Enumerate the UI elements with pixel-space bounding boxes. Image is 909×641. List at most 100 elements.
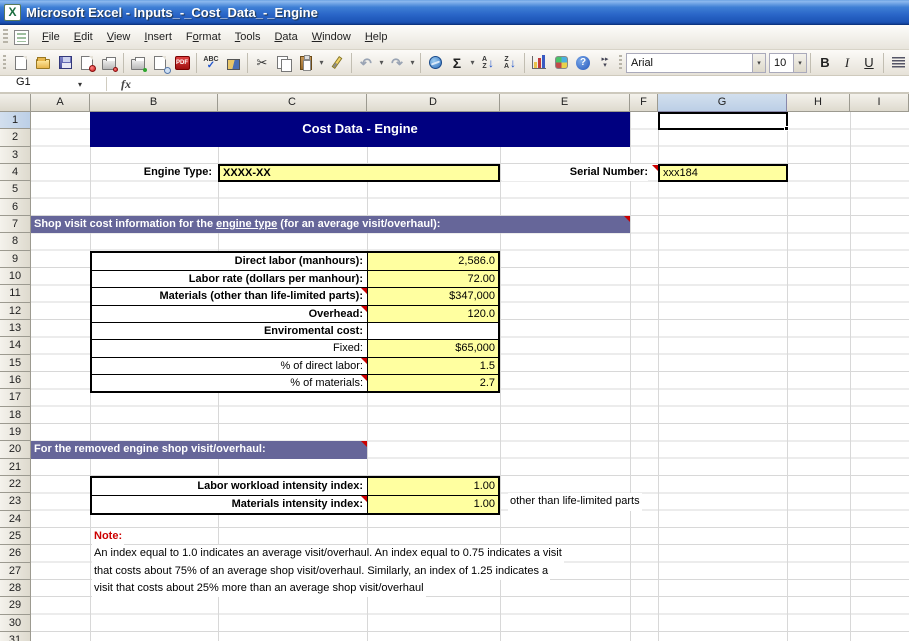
email-icon[interactable] [98,52,120,74]
column-header-h[interactable]: H [787,94,850,112]
name-box[interactable]: G1 [0,76,72,92]
redo-dropdown-icon[interactable]: ▾ [408,58,417,67]
menu-data[interactable]: Data [267,28,304,46]
index-input-labor[interactable]: 1.00 [367,478,498,495]
column-header-e[interactable]: E [500,94,630,112]
menubar-grip[interactable] [3,29,8,45]
select-all-corner[interactable] [0,94,31,112]
toolbar-grip[interactable] [3,55,6,71]
menu-edit[interactable]: Edit [67,28,100,46]
row-header-15[interactable]: 15 [0,355,31,372]
cost-input-fixed[interactable]: $65,000 [367,340,498,356]
row-header-9[interactable]: 9 [0,251,31,268]
cost-input-pct-direct-labor[interactable]: 1.5 [367,358,498,374]
italic-button[interactable]: I [836,52,858,74]
index-input-materials[interactable]: 1.00 [367,496,498,512]
selected-cell-g1[interactable] [658,112,788,130]
sort-descending-icon[interactable]: ZA↓ [499,52,521,74]
undo-dropdown-icon[interactable]: ▾ [377,58,386,67]
undo-icon[interactable]: ↶ [355,52,377,74]
row-header-8[interactable]: 8 [0,233,31,250]
row-header-18[interactable]: 18 [0,407,31,424]
row-header-12[interactable]: 12 [0,303,31,320]
name-box-dropdown-icon[interactable]: ▾ [72,80,88,89]
menu-insert[interactable]: Insert [137,28,179,46]
help-icon[interactable]: ? [572,52,594,74]
row-header-30[interactable]: 30 [0,615,31,632]
permission-icon[interactable] [76,52,98,74]
drawing-icon[interactable] [550,52,572,74]
cells-grid[interactable]: Cost Data - Engine Engine Type: XXXX-XX … [31,112,909,641]
autosum-dropdown-icon[interactable]: ▾ [468,58,477,67]
menu-help[interactable]: Help [358,28,395,46]
hyperlink-icon[interactable] [424,52,446,74]
open-icon[interactable] [32,52,54,74]
pdf-icon[interactable]: PDF [171,52,193,74]
column-header-f[interactable]: F [630,94,658,112]
cost-input-materials[interactable]: $347,000 [367,288,498,304]
font-size-select[interactable]: 10 ▾ [769,53,807,73]
row-header-27[interactable]: 27 [0,563,31,580]
row-header-31[interactable]: 31 [0,632,31,641]
redo-icon[interactable]: ↷ [386,52,408,74]
row-header-10[interactable]: 10 [0,268,31,285]
chart-wizard-icon[interactable] [528,52,550,74]
column-header-i[interactable]: I [850,94,909,112]
row-header-19[interactable]: 19 [0,424,31,441]
row-header-11[interactable]: 11 [0,285,31,302]
cost-input-direct-labor[interactable]: 2,586.0 [367,253,498,270]
font-name-select[interactable]: Arial ▾ [626,53,766,73]
row-header-4[interactable]: 4 [0,164,31,181]
row-header-25[interactable]: 25 [0,528,31,545]
cost-input-overhead[interactable]: 120.0 [367,306,498,322]
cut-icon[interactable]: ✂ [251,52,273,74]
formatting-toolbar-grip[interactable] [619,55,622,71]
insert-function-icon[interactable]: fx [121,77,131,92]
row-header-28[interactable]: 28 [0,580,31,597]
new-icon[interactable] [10,52,32,74]
row-header-17[interactable]: 17 [0,389,31,406]
row-header-7[interactable]: 7 [0,216,31,233]
menu-tools[interactable]: Tools [228,28,268,46]
paste-dropdown-icon[interactable]: ▾ [317,58,326,67]
menu-format[interactable]: Format [179,28,228,46]
column-header-g[interactable]: G [658,94,787,112]
row-header-13[interactable]: 13 [0,320,31,337]
print-preview-icon[interactable] [149,52,171,74]
autosum-icon[interactable]: Σ [446,52,468,74]
menu-view[interactable]: View [100,28,138,46]
row-header-16[interactable]: 16 [0,372,31,389]
fill-handle[interactable] [784,126,789,131]
spelling-icon[interactable]: ABC✓ [200,52,222,74]
print-icon[interactable] [127,52,149,74]
align-left-icon[interactable] [887,52,909,74]
row-header-5[interactable]: 5 [0,181,31,198]
cost-input-labor-rate[interactable]: 72.00 [367,271,498,287]
cost-input-pct-materials[interactable]: 2.7 [367,375,498,391]
paste-icon[interactable] [295,52,317,74]
row-header-2[interactable]: 2 [0,129,31,146]
menu-file[interactable]: File [35,28,67,46]
row-header-6[interactable]: 6 [0,199,31,216]
engine-type-input[interactable]: XXXX-XX [218,164,500,182]
research-icon[interactable] [222,52,244,74]
bold-button[interactable]: B [814,52,836,74]
row-header-24[interactable]: 24 [0,511,31,528]
row-header-14[interactable]: 14 [0,337,31,354]
row-header-23[interactable]: 23 [0,493,31,510]
row-header-21[interactable]: 21 [0,459,31,476]
column-header-b[interactable]: B [90,94,218,112]
copy-icon[interactable] [273,52,295,74]
format-painter-icon[interactable] [326,52,348,74]
row-header-26[interactable]: 26 [0,545,31,562]
row-header-20[interactable]: 20 [0,441,31,458]
serial-number-input[interactable]: xxx184 [658,164,788,182]
row-header-3[interactable]: 3 [0,147,31,164]
row-header-1[interactable]: 1 [0,112,31,129]
font-size-dropdown-icon[interactable]: ▾ [793,54,806,72]
underline-button[interactable]: U [858,52,880,74]
column-header-c[interactable]: C [218,94,367,112]
column-header-d[interactable]: D [367,94,500,112]
toolbar-options-icon[interactable]: ▸▸▾ [594,52,616,74]
row-header-29[interactable]: 29 [0,597,31,614]
